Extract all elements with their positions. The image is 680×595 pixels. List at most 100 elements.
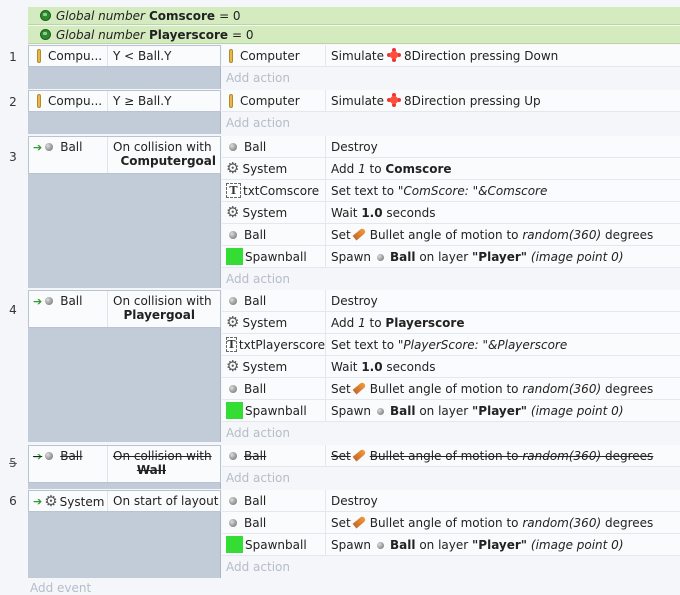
action-variable: Comscore <box>385 161 452 176</box>
global-variable-comscore[interactable]: Global number Comscore = 0 <box>28 7 680 25</box>
action-row[interactable]: ⚙ System Add 1 to Comscore <box>222 158 680 180</box>
action-text: Destroy <box>331 293 378 308</box>
action-object: Ball <box>244 515 267 530</box>
action-text: degrees <box>604 448 654 463</box>
action-row[interactable]: Ball Destroy <box>222 136 680 158</box>
ball-icon <box>229 296 237 305</box>
action-object: txtPlayerscore <box>238 337 325 352</box>
event-number: 4 <box>9 303 17 317</box>
action-row[interactable]: Ball Destroy <box>222 290 680 312</box>
ball-icon <box>229 451 237 460</box>
action-text: degrees <box>604 381 654 396</box>
variable-kind: Global number <box>56 8 145 23</box>
action-verb: Simulate <box>331 49 385 63</box>
condition-row[interactable]: ➔ ⚙ System On start of layout <box>28 490 221 512</box>
spawnball-icon <box>226 536 243 553</box>
action-row[interactable]: Computer Simulate 8Direction pressing Dow… <box>222 45 680 67</box>
condition-text: On collision with <box>113 140 212 154</box>
global-variable-playerscore[interactable]: Global number Playerscore = 0 <box>28 26 680 44</box>
action-text: Destroy <box>331 493 378 508</box>
action-row[interactable]: TtxtPlayerscore Set text to "PlayerScore… <box>222 334 680 356</box>
action-row[interactable]: Spawnball Spawn Ball on layer "Player" (i… <box>222 534 680 556</box>
event-6[interactable]: ➔ ⚙ System On start of layout Ball Destroy… <box>28 490 680 578</box>
add-action-link[interactable]: Add action <box>222 67 680 89</box>
action-object: Spawnball <box>245 249 307 264</box>
action-number: 1.0 <box>361 359 383 374</box>
event-number: 2 <box>9 95 17 109</box>
action-row[interactable]: ⚙ System Wait 1.0 seconds <box>222 356 680 378</box>
action-layer: "Player" <box>472 249 528 264</box>
add-action-link[interactable]: Add action <box>222 112 680 134</box>
condition-row[interactable]: ➔ Ball On collision with Wall <box>28 445 221 483</box>
ball-icon <box>229 384 237 393</box>
globe-icon <box>40 10 51 21</box>
add-action-link[interactable]: Add action <box>222 467 680 489</box>
condition-text: On collision with <box>113 449 212 463</box>
add-event-link[interactable]: Add event <box>30 581 91 595</box>
add-action-link[interactable]: Add action <box>222 268 680 290</box>
variable-kind: Global number <box>56 27 145 42</box>
action-expression: random(360) <box>522 227 602 242</box>
action-expression: random(360) <box>522 381 602 396</box>
action-object: Ball <box>244 381 267 396</box>
condition-row[interactable]: Compu... Y ≥ Ball.Y <box>28 90 221 112</box>
action-row[interactable]: Spawnball Spawn Ball on layer "Player" (i… <box>222 400 680 422</box>
add-action-link[interactable]: Add action <box>222 422 680 444</box>
action-object: System <box>242 161 288 176</box>
action-object: Spawnball <box>245 537 307 552</box>
ball-icon <box>377 253 385 261</box>
event-number: 1 <box>9 50 17 64</box>
sprite-icon <box>37 94 41 108</box>
action-verb: Spawn <box>331 249 372 264</box>
action-row[interactable]: Ball Set Bullet angle of motion to random… <box>222 512 680 534</box>
action-object-param: Ball <box>390 537 416 552</box>
trigger-arrow-icon: ➔ <box>33 294 43 308</box>
action-row[interactable]: Ball Destroy <box>222 490 680 512</box>
action-verb: Set text to <box>331 337 395 352</box>
action-verb: Add <box>331 315 355 330</box>
action-row[interactable]: ⚙ System Add 1 to Playerscore <box>222 312 680 334</box>
action-row[interactable]: ⚙ System Wait 1.0 seconds <box>222 202 680 224</box>
variable-value: = 0 <box>232 27 254 42</box>
action-row[interactable]: Spawnball Spawn Ball on layer "Player" (i… <box>222 246 680 268</box>
add-action-link[interactable]: Add action <box>222 556 680 578</box>
action-verb: Set text to <box>331 183 395 198</box>
event-number: 3 <box>9 150 17 164</box>
condition-row[interactable]: ➔ Ball On collision with Computergoal <box>28 136 221 174</box>
bullet-icon <box>352 381 367 394</box>
bullet-icon <box>352 515 367 528</box>
action-expression: random(360) <box>522 448 602 463</box>
condition-row[interactable]: Compu... Y < Ball.Y <box>28 45 221 67</box>
ball-icon <box>229 230 237 239</box>
action-text: (image point 0) <box>530 249 624 264</box>
condition-row[interactable]: ➔ Ball On collision with Playergoal <box>28 290 221 328</box>
8direction-icon <box>387 93 401 107</box>
action-expression: "ComScore: "&Comscore <box>397 183 548 198</box>
action-verb: Set <box>331 227 351 242</box>
event-2[interactable]: Compu... Y ≥ Ball.Y Computer Simulate 8Di… <box>28 90 680 134</box>
action-verb: Spawn <box>331 537 372 552</box>
action-text: on layer <box>419 403 469 418</box>
action-row[interactable]: Computer Simulate 8Direction pressing Up <box>222 90 680 112</box>
action-row[interactable]: Ball Set Bullet angle of motion to random… <box>222 224 680 246</box>
action-number: 1 <box>358 315 366 330</box>
action-variable: Playerscore <box>385 315 465 330</box>
gear-icon: ⚙ <box>226 357 240 375</box>
action-row[interactable]: Ball Set Bullet angle of motion to random… <box>222 445 680 467</box>
action-object-param: Ball <box>390 403 416 418</box>
event-4[interactable]: ➔ Ball On collision with Playergoal Ball D… <box>28 290 680 444</box>
event-5[interactable]: ➔ Ball On collision with Wall Ball Set Bull… <box>28 445 680 489</box>
condition-text: On start of layout <box>113 494 219 508</box>
action-text: degrees <box>604 515 654 530</box>
action-row[interactable]: Ball Set Bullet angle of motion to random… <box>222 378 680 400</box>
event-1[interactable]: Compu... Y < Ball.Y Computer Simulate 8Di… <box>28 45 680 89</box>
gear-icon: ⚙ <box>44 492 58 509</box>
action-text: Destroy <box>331 139 378 154</box>
event-3[interactable]: ➔ Ball On collision with Computergoal Ball… <box>28 136 680 290</box>
condition-text: Y ≥ Ball.Y <box>113 94 172 108</box>
action-row[interactable]: TtxtComscore Set text to "ComScore: "&Co… <box>222 180 680 202</box>
8direction-icon <box>387 48 401 62</box>
action-verb: Set <box>331 381 351 396</box>
action-text: Bullet angle of motion to <box>369 515 519 530</box>
action-object: txtComscore <box>243 183 320 198</box>
